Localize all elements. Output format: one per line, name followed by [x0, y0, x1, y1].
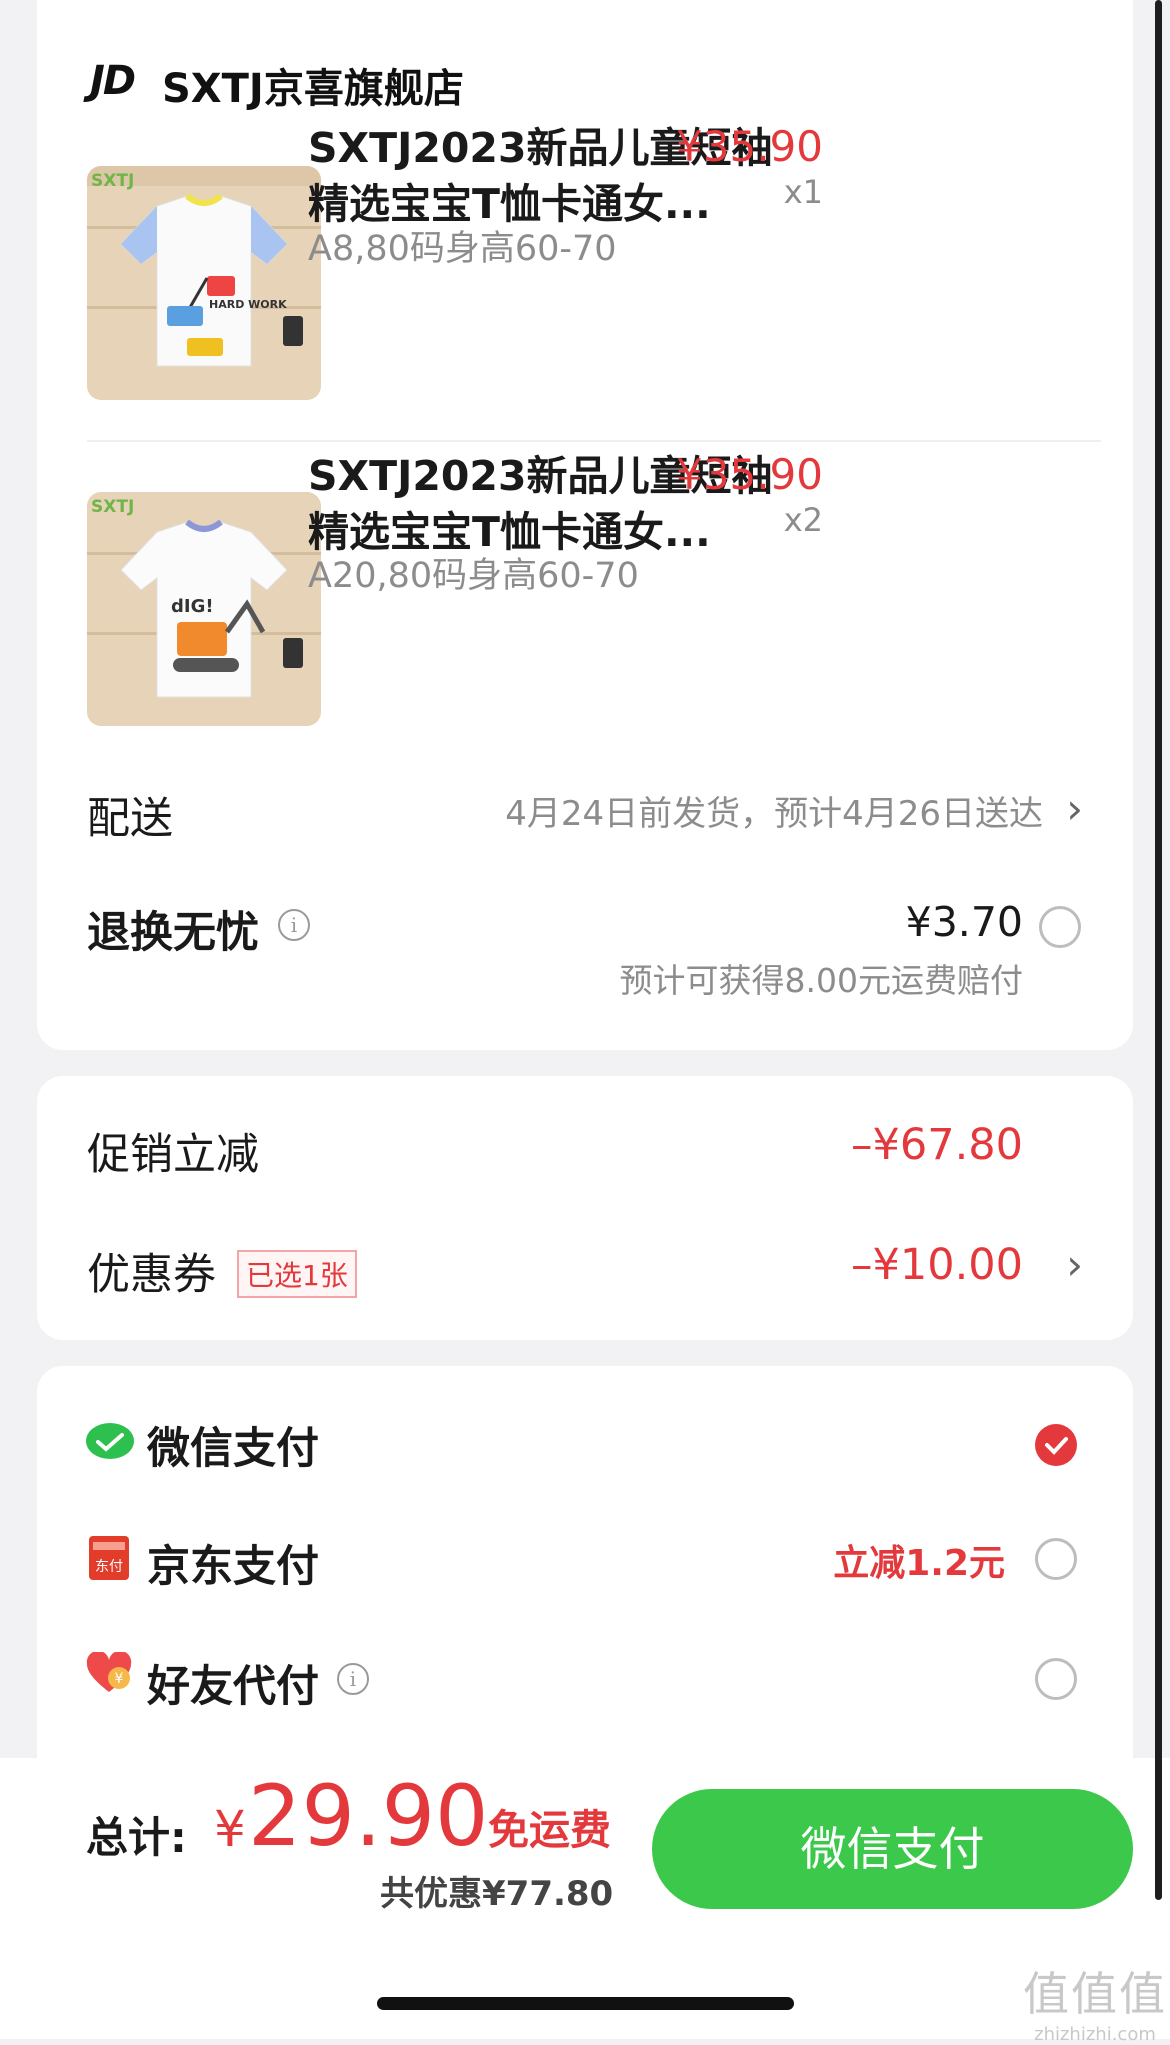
product-price: ¥35.90 — [676, 122, 823, 171]
payment-label: 微信支付 — [147, 1424, 319, 1474]
jd-logo: JD — [90, 58, 136, 104]
total-savings: 共优惠¥77.80 — [380, 1874, 614, 1914]
payment-label: 京东支付 — [147, 1542, 319, 1592]
return-insurance-radio[interactable] — [1039, 906, 1081, 948]
return-insurance-price: ¥3.70 — [905, 898, 1023, 946]
home-indicator[interactable] — [377, 1997, 794, 2010]
coupon-value: –¥10.00 — [851, 1240, 1023, 1290]
order-card: JD SXTJ京喜旗舰店 SXTJ HARD WORK SXTJ2023新品儿童… — [37, 0, 1133, 1050]
radio-unchecked-icon[interactable] — [1035, 1658, 1077, 1700]
jd-pay-icon: 东付 — [89, 1536, 129, 1580]
friend-pay-icon: ¥ — [85, 1650, 135, 1698]
product-sku[interactable]: A20,80码身高60-70 — [308, 547, 639, 598]
free-shipping-label: 免运费 — [488, 1806, 611, 1854]
return-insurance-label: 退换无忧 — [87, 908, 259, 958]
product-image[interactable]: SXTJ HARD WORK — [87, 166, 321, 400]
radio-checked-icon[interactable] — [1035, 1424, 1077, 1466]
radio-unchecked-icon[interactable] — [1035, 1538, 1077, 1580]
currency-symbol: ¥ — [214, 1800, 246, 1858]
product-sku[interactable]: A8,80码身高60-70 — [308, 220, 617, 271]
svg-text:¥: ¥ — [115, 1671, 124, 1687]
watermark-url: zhizhizhi.com — [1034, 2024, 1156, 2045]
product-quantity: x1 — [783, 173, 823, 211]
delivery-estimate: 4月24日前发货，预计4月26日送达 — [505, 794, 1043, 834]
divider — [87, 440, 1101, 442]
watermark-glyphs: 值值值 — [1023, 1967, 1167, 2021]
info-icon[interactable]: i — [278, 909, 310, 941]
shirt-print-text: dIG! — [171, 596, 214, 617]
delivery-label: 配送 — [87, 794, 173, 844]
watermark: 值值值 zhizhizhi.com — [1020, 1958, 1170, 2045]
brand-text: SXTJ — [91, 497, 134, 517]
shirt-print-text: HARD WORK — [209, 298, 287, 311]
coupon-count-badge: 已选1张 — [237, 1250, 357, 1298]
pay-button[interactable]: 微信支付 — [652, 1789, 1133, 1909]
coupon-label: 优惠券 — [87, 1250, 216, 1300]
return-insurance-note: 预计可获得8.00元运费赔付 — [619, 961, 1023, 1000]
chevron-right-icon[interactable]: › — [1066, 1240, 1083, 1289]
wechat-pay-icon — [85, 1422, 135, 1466]
promo-label: 促销立减 — [87, 1130, 259, 1180]
product-price: ¥35.90 — [676, 450, 823, 499]
promo-value: –¥67.80 — [851, 1120, 1023, 1170]
discount-card: 促销立减 –¥67.80 优惠券 已选1张 –¥10.00 › — [37, 1076, 1133, 1340]
jd-pay-promo: 立减1.2元 — [833, 1543, 1005, 1584]
info-icon[interactable]: i — [337, 1663, 369, 1695]
brand-text: SXTJ — [91, 171, 134, 191]
total-label: 总计: — [86, 1813, 187, 1862]
total-amount: 29.90 — [248, 1767, 489, 1865]
product-image[interactable]: SXTJ dIG! — [87, 492, 321, 726]
product-quantity: x2 — [783, 501, 823, 539]
payment-label: 好友代付 — [147, 1662, 319, 1712]
scrollbar[interactable] — [1155, 0, 1162, 1900]
payment-method-card: 微信支付 东付 京东支付 立减1.2元 ¥ 好友代付 i — [37, 1366, 1133, 1766]
chevron-right-icon[interactable]: › — [1066, 784, 1083, 833]
shop-name[interactable]: SXTJ京喜旗舰店 — [162, 56, 464, 114]
